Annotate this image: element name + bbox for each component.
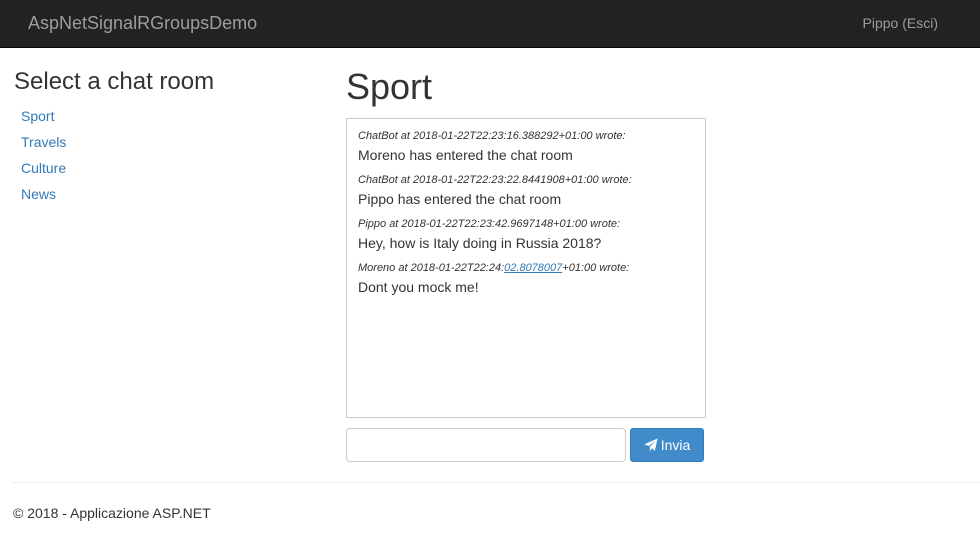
message-text: Moreno has entered the chat room [358, 147, 573, 163]
list-item: Sport [21, 108, 66, 134]
message-meta: Pippo at 2018-01-22T22:23:42.9697148+01:… [358, 218, 621, 230]
send-button-label: Invia [660, 437, 691, 453]
room-list: Sport Travels Culture News [21, 108, 66, 212]
paper-plane-icon [644, 438, 658, 452]
room-link-news[interactable]: News [21, 186, 56, 202]
list-item: Travels [21, 134, 66, 160]
message-text: Hey, how is Italy doing in Russia 2018? [358, 235, 602, 251]
chat-messages[interactable]: ChatBot at 2018-01-22T22:23:16.388292+01… [346, 118, 706, 418]
message-meta: Moreno at 2018-01-22T22:24:02.8078007+01… [358, 260, 694, 277]
message-input[interactable] [346, 428, 626, 462]
message-text: Dont you mock me! [358, 279, 479, 295]
message-meta-link[interactable]: 02.8078007 [504, 262, 562, 274]
room-link-culture[interactable]: Culture [21, 160, 66, 176]
chat-message: Pippo at 2018-01-22T22:23:42.9697148+01:… [358, 216, 694, 253]
room-link-sport[interactable]: Sport [21, 108, 54, 124]
message-meta-suffix: +01:00 wrote: [562, 262, 630, 274]
message-meta-prefix: Moreno at 2018-01-22T22:24: [358, 262, 505, 274]
list-item: News [21, 186, 66, 212]
brand-link[interactable]: AspNetSignalRGroupsDemo [28, 13, 257, 34]
chat-message: ChatBot at 2018-01-22T22:23:16.388292+01… [358, 128, 694, 165]
chat-message: Moreno at 2018-01-22T22:24:02.8078007+01… [358, 260, 694, 297]
page-title: Sport [346, 66, 433, 107]
sidebar-title: Select a chat room [14, 68, 215, 95]
room-link-travels[interactable]: Travels [21, 134, 66, 150]
message-meta: ChatBot at 2018-01-22T22:23:22.8441908+0… [358, 174, 632, 186]
chat-message: ChatBot at 2018-01-22T22:23:22.8441908+0… [358, 172, 694, 209]
navbar: AspNetSignalRGroupsDemo Pippo (Esci) [0, 0, 980, 48]
message-text: Pippo has entered the chat room [358, 191, 562, 207]
list-item: Culture [21, 160, 66, 186]
footer-divider [12, 482, 980, 483]
message-meta: ChatBot at 2018-01-22T22:23:16.388292+01… [358, 130, 626, 142]
footer-text: © 2018 - Applicazione ASP.NET [13, 505, 211, 521]
logout-link[interactable]: Pippo (Esci) [863, 15, 938, 31]
send-button[interactable]: Invia [630, 428, 704, 462]
